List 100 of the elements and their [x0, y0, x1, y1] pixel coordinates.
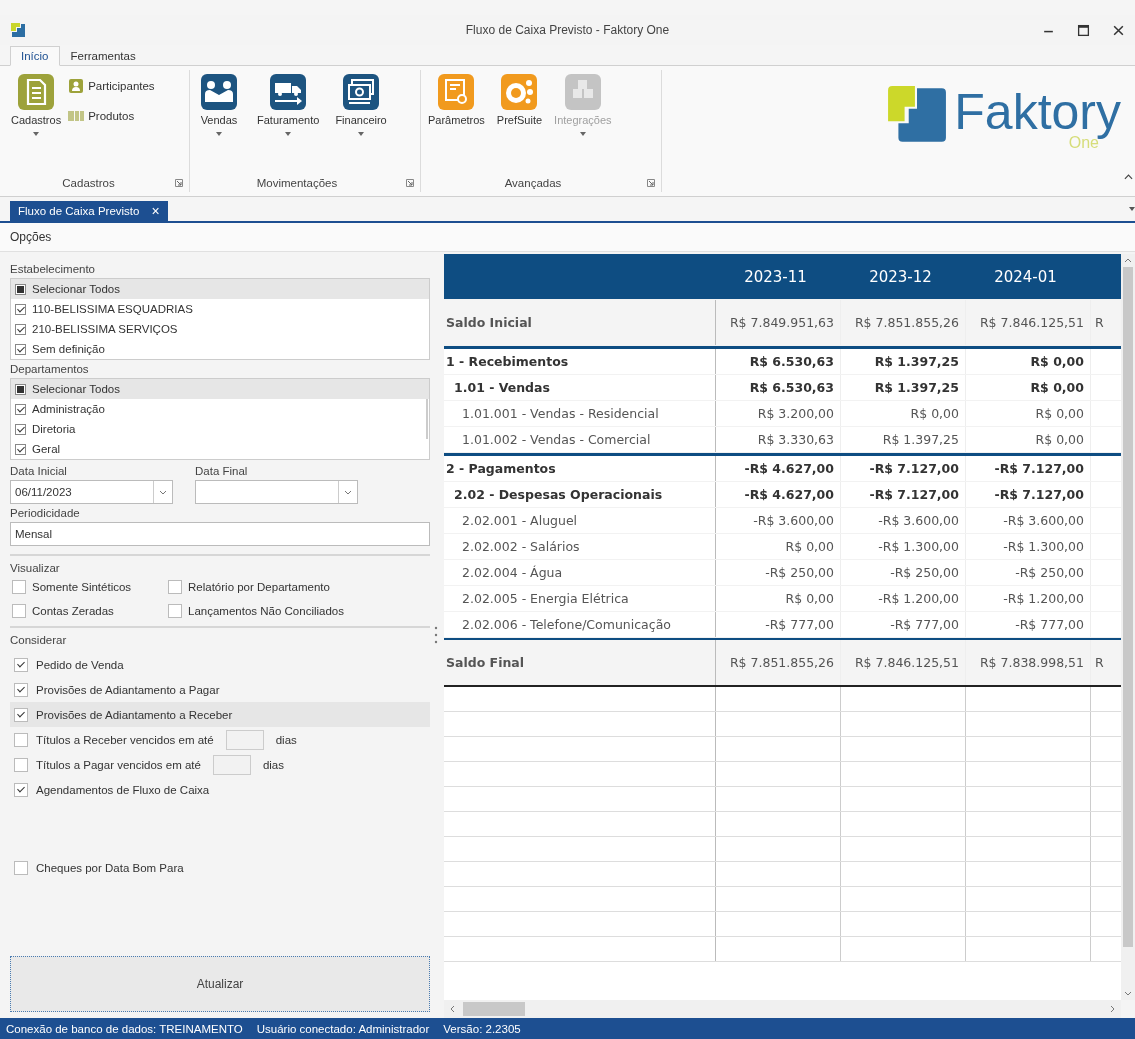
- update-button[interactable]: Atualizar: [10, 956, 430, 1012]
- checkbox[interactable]: [14, 860, 28, 875]
- checkbox-option[interactable]: Somente Sintéticos: [12, 580, 168, 594]
- scroll-right-icon[interactable]: [1110, 1005, 1115, 1013]
- table-cell: -R$ 3.600,00: [841, 508, 966, 533]
- ribbon-group-title: Avançadas: [503, 177, 563, 189]
- dialog-launcher-icon[interactable]: [406, 179, 414, 187]
- caret-icon: [358, 132, 365, 136]
- table-cell: R$ 3.200,00: [716, 401, 841, 426]
- dialog-launcher-icon[interactable]: [175, 179, 183, 187]
- checkbox[interactable]: [12, 604, 26, 618]
- checkbox[interactable]: [15, 343, 26, 355]
- section-title: Visualizar: [10, 562, 60, 574]
- checkbox-option[interactable]: Lançamentos Não Conciliados: [168, 604, 430, 618]
- checkbox-item[interactable]: Selecionar Todos: [11, 279, 429, 299]
- checkbox[interactable]: [14, 757, 28, 772]
- ribbon-button[interactable]: Produtos: [68, 108, 155, 124]
- checkbox[interactable]: [168, 604, 182, 618]
- scroll-down-icon[interactable]: [1124, 991, 1132, 996]
- checkbox[interactable]: [15, 383, 26, 395]
- truck-icon: [270, 74, 307, 110]
- scroll-thumb[interactable]: [463, 1002, 525, 1016]
- checkbox[interactable]: [15, 443, 26, 455]
- checkbox-option[interactable]: Contas Zeradas: [12, 604, 168, 618]
- table-cell: R$ 0,00: [966, 375, 1091, 400]
- close-button[interactable]: [1112, 23, 1125, 37]
- checkbox-item[interactable]: Sem definição: [11, 339, 429, 359]
- status-text: Versão: 2.2305: [443, 1022, 521, 1035]
- ribbon-button[interactable]: Parâmetros: [425, 70, 488, 174]
- checkbox[interactable]: [15, 283, 26, 295]
- ribbon-tab[interactable]: Ferramentas: [59, 46, 147, 66]
- checkbox-item[interactable]: Diretoria: [11, 419, 429, 439]
- ribbon-button[interactable]: Cadastros: [8, 70, 65, 174]
- checkbox-option[interactable]: Provisões de Adiantamento a Pagar: [10, 677, 430, 702]
- date-field[interactable]: [195, 480, 358, 504]
- scroll-thumb[interactable]: [1123, 267, 1133, 947]
- ribbon-group-title: Cadastros: [61, 177, 116, 189]
- checkbox[interactable]: [15, 323, 26, 335]
- horizontal-scrollbar[interactable]: [444, 1000, 1121, 1018]
- checkbox[interactable]: [14, 657, 28, 672]
- row-label: 1 - Recebimentos: [444, 349, 716, 374]
- contact-card-icon: [68, 78, 85, 94]
- collapse-ribbon-icon[interactable]: [1124, 174, 1133, 180]
- ribbon-tab[interactable]: Início: [10, 46, 60, 66]
- checkbox-item[interactable]: Selecionar Todos: [11, 379, 429, 399]
- dropdown-icon[interactable]: [1129, 207, 1135, 211]
- days-field[interactable]: [212, 754, 251, 775]
- ribbon-button[interactable]: Vendas: [194, 70, 244, 174]
- checkbox-option[interactable]: Relatório por Departamento: [168, 580, 430, 594]
- table-cell: -R$ 1.300,00: [966, 534, 1091, 559]
- checkbox[interactable]: [14, 732, 28, 747]
- table-cell: -R$ 250,00: [841, 560, 966, 585]
- ribbon-button[interactable]: Financeiro: [332, 70, 390, 174]
- checkbox[interactable]: [168, 580, 182, 594]
- table-cell: -R$ 7.127,00: [966, 456, 1091, 481]
- checkbox[interactable]: [14, 782, 28, 797]
- maximize-button[interactable]: [1077, 23, 1090, 37]
- checkbox-option[interactable]: Pedido de Venda: [10, 652, 430, 677]
- document-icon: [18, 74, 55, 110]
- days-field[interactable]: [225, 729, 264, 750]
- dialog-launcher-icon[interactable]: [647, 179, 655, 187]
- ribbon-button[interactable]: Participantes: [68, 78, 155, 94]
- vertical-scrollbar[interactable]: [1121, 254, 1135, 1000]
- checkbox-item[interactable]: 210-BELISSIMA SERVIÇOS: [11, 319, 429, 339]
- checkbox-option[interactable]: Agendamentos de Fluxo de Caixa: [10, 777, 430, 802]
- checkbox-option[interactable]: Títulos a Pagar vencidos em até dias: [10, 752, 430, 777]
- checkbox[interactable]: [15, 303, 26, 315]
- table-cell: -R$ 777,00: [966, 612, 1091, 637]
- checkbox-item[interactable]: 110-BELISSIMA ESQUADRIAS: [11, 299, 429, 319]
- ribbon-button[interactable]: PrefSuite: [493, 70, 546, 174]
- checkbox-option[interactable]: Cheques por Data Bom Para: [10, 855, 430, 880]
- close-tab-button[interactable]: ×: [151, 205, 160, 217]
- options-menu[interactable]: Opções: [10, 230, 52, 244]
- document-tab[interactable]: Fluxo de Caixa Previsto ×: [10, 201, 168, 221]
- checkbox[interactable]: [12, 580, 26, 594]
- people-icon: [201, 74, 237, 110]
- table-cell: R$ 0,00: [841, 401, 966, 426]
- column-header: 2023-11: [743, 266, 808, 288]
- checkbox-item[interactable]: Geral: [11, 439, 429, 459]
- checkbox-item[interactable]: Administração: [11, 399, 429, 419]
- checkbox[interactable]: [15, 423, 26, 435]
- checkbox-option[interactable]: Provisões de Adiantamento a Receber: [10, 702, 430, 727]
- table-cell: R$ 3.330,63: [716, 427, 841, 452]
- splitter-grip-icon[interactable]: [434, 626, 438, 644]
- column-header: 2024-01: [993, 266, 1058, 288]
- checkbox[interactable]: [14, 707, 28, 722]
- scroll-up-icon[interactable]: [1124, 258, 1132, 263]
- table-cell: R$ 7.849.951,63: [716, 300, 841, 345]
- date-field[interactable]: 06/11/2023: [10, 480, 173, 504]
- scroll-left-icon[interactable]: [450, 1005, 455, 1013]
- table-cell: -R$ 250,00: [966, 560, 1091, 585]
- row-label: 2.02.001 - Aluguel: [444, 508, 716, 533]
- checkbox[interactable]: [14, 682, 28, 697]
- p-logo-icon: [501, 74, 538, 110]
- checkbox[interactable]: [15, 403, 26, 415]
- checkbox-option[interactable]: Títulos a Receber vencidos em até dias: [10, 727, 430, 752]
- status-text: Usuário conectado: Administrador: [256, 1022, 430, 1035]
- row-label: 2.02 - Despesas Operacionais: [444, 482, 716, 507]
- ribbon-button[interactable]: Faturamento: [254, 70, 323, 174]
- periodicity-field[interactable]: Mensal: [10, 522, 430, 546]
